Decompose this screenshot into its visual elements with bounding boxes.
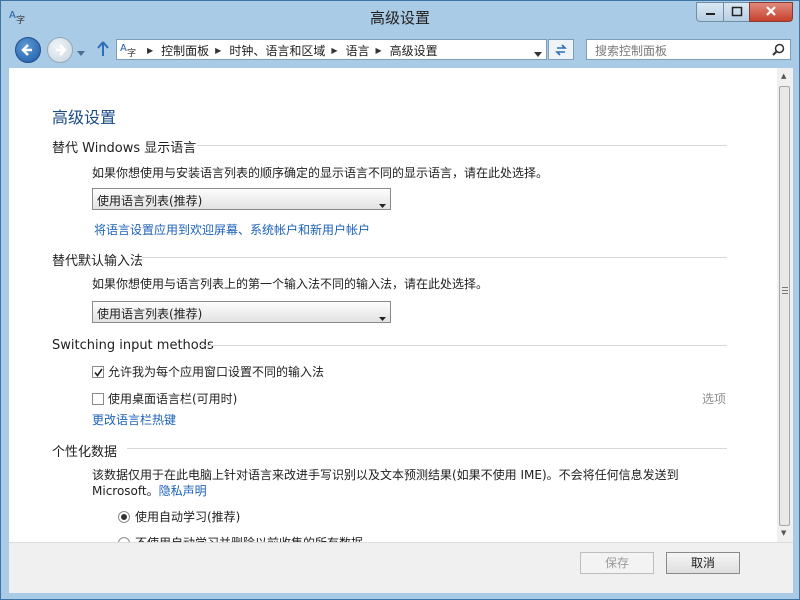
minimize-button[interactable] [696, 2, 724, 22]
input-method-description: 如果你想使用与语言列表上的第一个输入法不同的输入法，请在此处选择。 [92, 277, 489, 291]
breadcrumb-clock-language-region[interactable]: 时钟、语言和区域 [229, 42, 325, 59]
personalization-heading: 个性化数据 [52, 445, 118, 460]
save-button[interactable]: 保存 [580, 552, 654, 574]
search-placeholder: 搜索控制面板 [595, 44, 668, 58]
navigation-bar: A 字 ▶ 控制面板 ▶ 时钟、语言和区域 ▶ 语言 ▶ 高级设置 搜索控制面板 [1, 31, 799, 67]
apply-to-welcome-screen-link[interactable]: 将语言设置应用到欢迎屏幕、系统帐户和新用户帐户 [94, 221, 370, 238]
per-app-input-label: 允许我为每个应用窗口设置不同的输入法 [108, 365, 325, 379]
chevron-right-icon[interactable]: ▶ [215, 46, 221, 55]
display-language-select-value: 使用语言列表(推荐) [97, 194, 203, 208]
search-input[interactable]: 搜索控制面板 [586, 39, 791, 60]
vertical-scrollbar[interactable]: ▲ ▼ [777, 68, 793, 542]
window-title: 高级设置 [369, 9, 430, 27]
settings-content: 高级设置 替代 Windows 显示语言 如果你想使用与安装语言列表的顺序确定的… [9, 68, 777, 542]
personalization-description-microsoft: Microsoft。 [92, 484, 159, 498]
per-app-input-checkbox[interactable] [92, 365, 104, 378]
auto-learning-radio[interactable] [118, 510, 130, 523]
radio-selected-dot [121, 513, 127, 520]
desktop-langbar-label: 使用桌面语言栏(可用时) [108, 392, 238, 406]
section-divider [199, 345, 727, 346]
close-button[interactable] [749, 2, 793, 22]
langbar-options-link[interactable]: 选项 [702, 390, 726, 407]
desktop-langbar-checkbox-row[interactable]: 使用桌面语言栏(可用时) [92, 390, 237, 407]
search-icon[interactable] [772, 43, 785, 59]
input-method-select[interactable]: 使用语言列表(推荐) [92, 301, 391, 323]
chevron-down-icon[interactable] [534, 46, 542, 60]
no-auto-learning-radio-row[interactable]: 不使用自动学习并删除以前收集的所有数据 [118, 534, 363, 542]
personalization-description-line2: Microsoft。隐私声明 [92, 482, 207, 499]
display-language-select[interactable]: 使用语言列表(推荐) [92, 188, 391, 210]
svg-text:字: 字 [127, 47, 136, 57]
desktop-langbar-checkbox[interactable] [92, 392, 104, 405]
maximize-button[interactable] [723, 2, 750, 22]
display-language-description: 如果你想使用与安装语言列表的顺序确定的显示语言不同的显示语言，请在此处选择。 [92, 166, 549, 180]
recent-pages-dropdown-icon[interactable] [77, 45, 85, 59]
auto-learning-radio-row[interactable]: 使用自动学习(推荐) [118, 508, 240, 525]
language-icon: A 字 [120, 41, 138, 60]
forward-button[interactable] [47, 37, 73, 63]
address-bar[interactable]: A 字 ▶ 控制面板 ▶ 时钟、语言和区域 ▶ 语言 ▶ 高级设置 [116, 39, 547, 60]
chevron-right-icon[interactable]: ▶ [376, 46, 382, 55]
chevron-down-icon [379, 197, 386, 211]
section-divider [197, 145, 727, 146]
up-arrow-icon[interactable] [96, 40, 110, 61]
control-panel-window: A 字 高级设置 A 字 ▶ 控制面板 ▶ 时钟、语言和区域 ▶ 语言 ▶ 高级… [0, 0, 800, 600]
cancel-button[interactable]: 取消 [666, 552, 740, 574]
svg-text:A: A [120, 43, 127, 54]
input-method-select-value: 使用语言列表(推荐) [97, 307, 203, 321]
section-divider [127, 448, 727, 449]
auto-learning-label: 使用自动学习(推荐) [135, 510, 241, 524]
breadcrumb-advanced-settings[interactable]: 高级设置 [390, 42, 438, 59]
section-divider [142, 257, 727, 258]
per-app-input-checkbox-row[interactable]: 允许我为每个应用窗口设置不同的输入法 [92, 363, 324, 380]
refresh-button[interactable] [548, 39, 574, 60]
input-method-heading: 替代默认输入法 [52, 254, 144, 269]
display-language-heading: 替代 Windows 显示语言 [52, 141, 197, 156]
page-title: 高级设置 [52, 108, 117, 127]
no-auto-learning-label: 不使用自动学习并删除以前收集的所有数据 [135, 534, 363, 542]
chevron-right-icon[interactable]: ▶ [331, 46, 337, 55]
scroll-down-icon[interactable]: ▼ [781, 529, 786, 537]
back-button[interactable] [15, 37, 41, 63]
switching-heading: Switching input methods [52, 338, 214, 353]
breadcrumb-control-panel[interactable]: 控制面板 [161, 42, 209, 59]
chevron-right-icon[interactable]: ▶ [147, 46, 153, 55]
privacy-statement-link[interactable]: 隐私声明 [159, 484, 207, 498]
title-bar[interactable]: A 字 高级设置 [1, 1, 799, 31]
scroll-up-icon[interactable]: ▲ [781, 72, 786, 80]
refresh-icon [555, 44, 567, 56]
chevron-down-icon [379, 310, 386, 324]
personalization-description-line1: 该数据仅用于在此电脑上针对语言来改进手写识别以及文本预测结果(如果不使用 IME… [92, 468, 679, 482]
grip-icon [782, 287, 788, 296]
breadcrumb: ▶ 控制面板 ▶ 时钟、语言和区域 ▶ 语言 ▶ 高级设置 [141, 42, 438, 59]
scroll-thumb[interactable] [779, 86, 790, 526]
change-hotkeys-link[interactable]: 更改语言栏热键 [92, 411, 176, 428]
breadcrumb-language[interactable]: 语言 [346, 42, 370, 59]
footer-bar: 保存 取消 [9, 542, 793, 593]
